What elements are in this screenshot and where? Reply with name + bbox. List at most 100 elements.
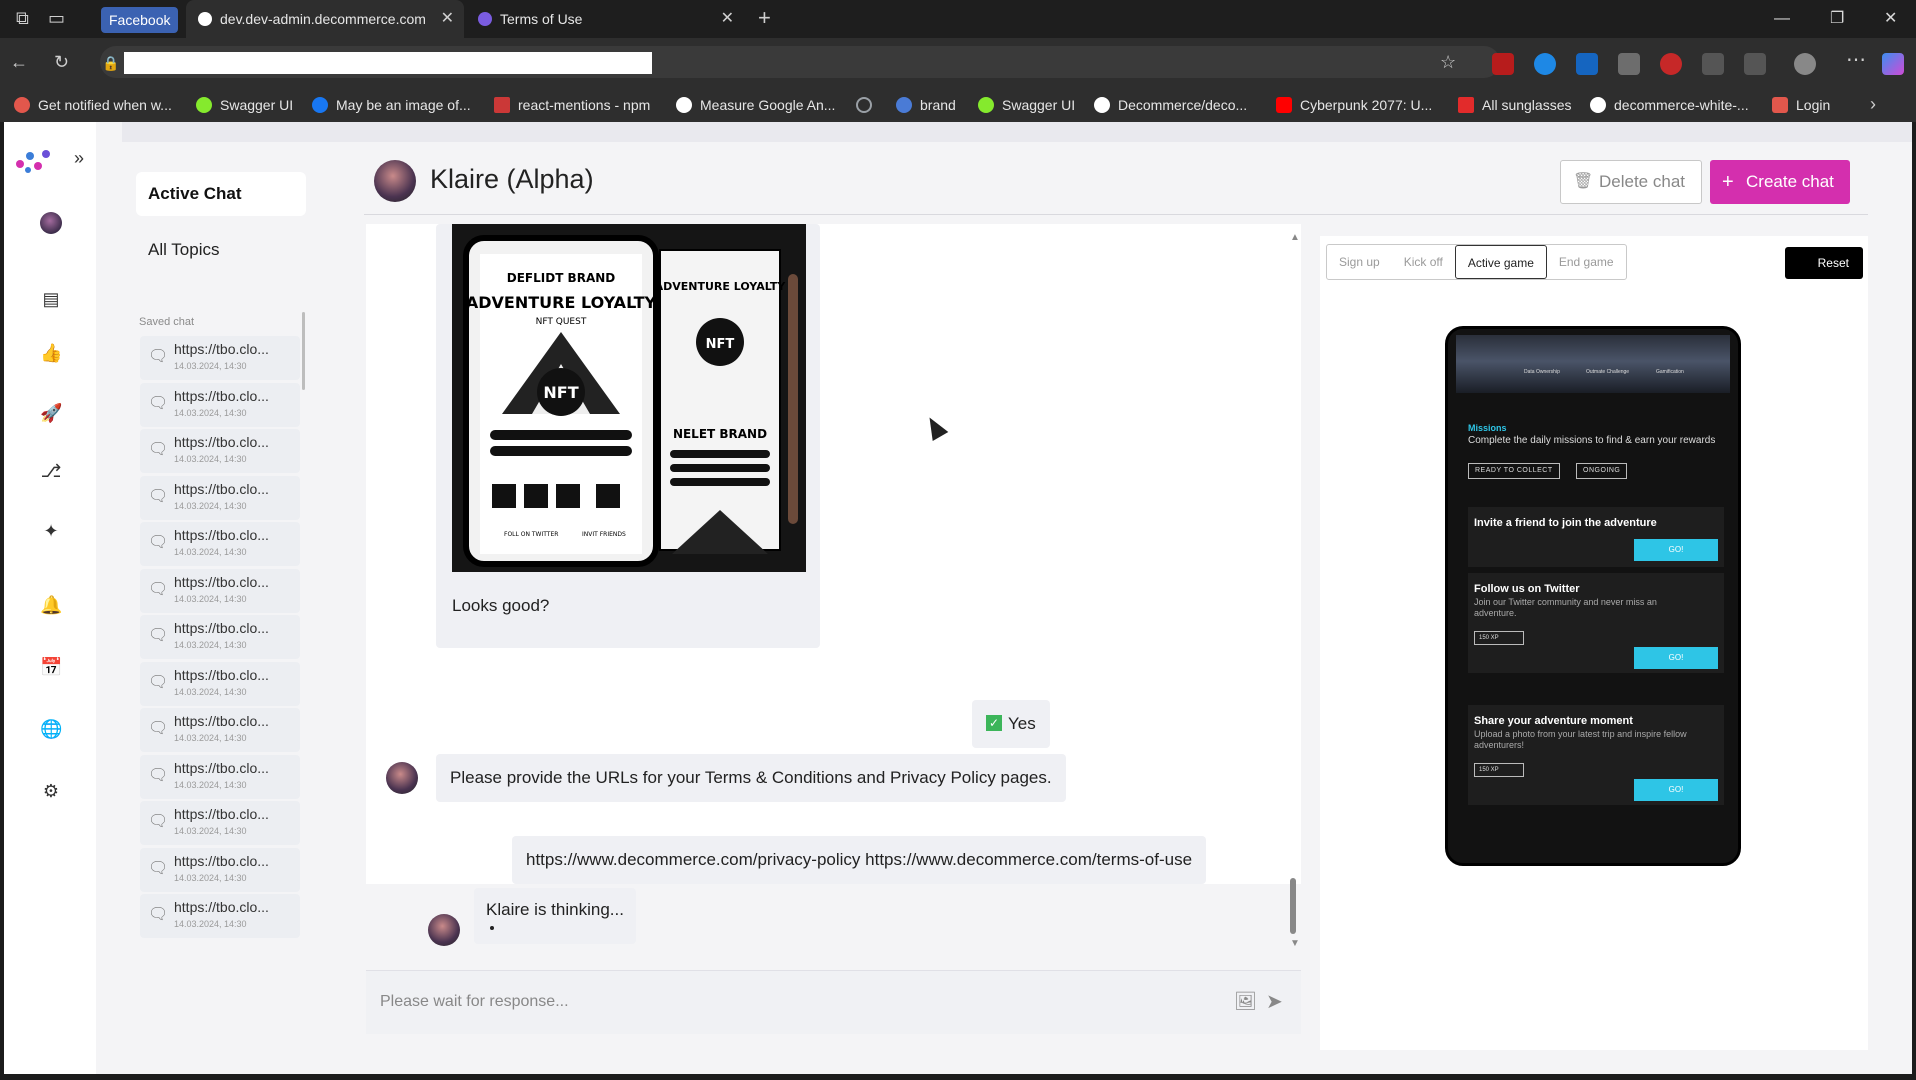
all-topics-tab[interactable]: All Topics: [148, 240, 220, 260]
globe-icon[interactable]: 🌐: [40, 718, 62, 740]
extensions-puzzle-icon[interactable]: [1702, 53, 1724, 75]
bookmark[interactable]: Decommerce/deco...: [1094, 88, 1247, 122]
filter-ongoing[interactable]: ONGOING: [1576, 463, 1628, 479]
favorite-star-icon[interactable]: ☆: [1440, 52, 1456, 72]
list-item[interactable]: 🗨 https://tbo.clo... 14.03.2024, 14:30: [140, 522, 300, 566]
create-chat-button[interactable]: + Create chat: [1710, 160, 1850, 204]
tab-kick-off[interactable]: Kick off: [1392, 245, 1455, 279]
tab-sign-up[interactable]: Sign up: [1327, 245, 1392, 279]
tab-admin[interactable]: dev.dev-admin.decommerce.com ✕: [186, 0, 464, 38]
youtube-icon: [1276, 96, 1292, 113]
expand-rail-icon[interactable]: »: [74, 148, 84, 169]
list-item[interactable]: 🗨 https://tbo.clo... 14.03.2024, 14:30: [140, 847, 300, 892]
reset-button[interactable]: Reset: [1785, 247, 1863, 279]
bookmarks-overflow-icon[interactable]: ›: [1870, 94, 1876, 114]
list-item[interactable]: 🗨 https://tbo.clo... 14.03.2024, 14:30: [140, 429, 300, 473]
list-item[interactable]: 🗨 https://tbo.clo... 14.03.2024, 14:30: [140, 336, 300, 380]
scroll-up-icon[interactable]: ▲: [1290, 232, 1300, 243]
hierarchy-icon[interactable]: ⎇: [40, 460, 62, 482]
list-item[interactable]: 🗨 https://tbo.clo... 14.03.2024, 14:30: [140, 801, 300, 845]
bookmark[interactable]: brand: [896, 88, 956, 122]
hero-label: Outmate Challenge: [1586, 369, 1630, 375]
extension-icon[interactable]: [1660, 53, 1682, 75]
thumbs-up-icon[interactable]: 👍: [40, 342, 62, 364]
calendar-icon[interactable]: 📅: [40, 656, 62, 678]
bookmark[interactable]: Get notified when w...: [14, 88, 172, 122]
copilot-icon[interactable]: [1882, 53, 1904, 75]
saved-chat-date: 14.03.2024, 14:30: [174, 686, 247, 697]
favorites-icon[interactable]: [1744, 53, 1766, 75]
message-input[interactable]: Please wait for response...: [380, 993, 569, 1011]
bookmark[interactable]: Measure Google An...: [676, 88, 835, 122]
filter-ready-to-collect[interactable]: READY TO COLLECT: [1468, 463, 1560, 479]
minimize-icon[interactable]: —: [1774, 0, 1790, 38]
extension-icon[interactable]: [1618, 53, 1640, 75]
list-item[interactable]: 🗨 https://tbo.clo... 14.03.2024, 14:30: [140, 382, 300, 427]
go-button[interactable]: GO!: [1634, 647, 1718, 669]
scroll-down-icon[interactable]: ▼: [1290, 938, 1300, 949]
tab-terms[interactable]: Terms of Use ✕: [466, 0, 744, 38]
tab-actions-icon[interactable]: ▭: [48, 8, 65, 28]
extension-icon[interactable]: [1534, 53, 1556, 75]
user-settings-icon[interactable]: ⚙: [40, 780, 62, 802]
active-chat-tab[interactable]: Active Chat: [136, 172, 306, 216]
list-item[interactable]: 🗨 https://tbo.clo... 14.03.2024, 14:30: [140, 568, 300, 613]
bookmark[interactable]: Swagger UI: [196, 88, 293, 122]
bookmark[interactable]: [856, 88, 880, 122]
extension-icon[interactable]: [1492, 53, 1514, 75]
list-item[interactable]: 🗨 https://tbo.clo... 14.03.2024, 14:30: [140, 754, 300, 799]
bookmark[interactable]: All sunglasses: [1458, 88, 1572, 122]
list-item[interactable]: 🗨 https://tbo.clo... 14.03.2024, 14:30: [140, 661, 300, 706]
tab-end-game[interactable]: End game: [1547, 245, 1626, 279]
message-composer[interactable]: Please wait for response... 🖼 ➤: [366, 970, 1301, 1034]
tab-active-game[interactable]: Active game: [1454, 245, 1547, 279]
lock-icon[interactable]: 🔒: [102, 53, 119, 73]
bookmark[interactable]: May be an image of...: [312, 88, 471, 122]
extension-icon[interactable]: [1576, 53, 1598, 75]
bookmark-label: Cyberpunk 2077: U...: [1300, 97, 1433, 113]
back-icon[interactable]: ←: [10, 52, 28, 72]
chat-bubble-icon: 🗨: [148, 766, 169, 784]
bell-icon[interactable]: 🔔: [40, 594, 62, 616]
new-tab-icon[interactable]: +: [758, 7, 771, 29]
restore-icon[interactable]: ❐: [1830, 0, 1844, 38]
list-item[interactable]: 🗨 https://tbo.clo... 14.03.2024, 14:30: [140, 615, 300, 659]
reload-icon[interactable]: ↻: [54, 52, 69, 72]
go-button[interactable]: GO!: [1634, 779, 1718, 801]
terms-favicon-icon: [478, 12, 492, 26]
user-message-text: Yes: [1008, 714, 1036, 733]
bookmark[interactable]: Login: [1772, 88, 1830, 122]
delete-chat-button[interactable]: 🗑 Delete chat: [1560, 160, 1702, 204]
profile-avatar[interactable]: [1794, 53, 1816, 75]
list-item[interactable]: 🗨 https://tbo.clo... 14.03.2024, 14:30: [140, 475, 300, 520]
rocket-icon[interactable]: 🚀: [40, 402, 62, 424]
close-tab-icon[interactable]: ✕: [721, 0, 734, 38]
bookmark[interactable]: Cyberpunk 2077: U...: [1276, 88, 1432, 122]
saved-chat-date: 14.03.2024, 14:30: [174, 500, 247, 511]
close-tab-icon[interactable]: ✕: [441, 0, 454, 38]
list-item[interactable]: 🗨 https://tbo.clo... 14.03.2024, 14:30: [140, 894, 300, 938]
avatar[interactable]: [40, 212, 62, 234]
workspaces-icon[interactable]: ⧉: [16, 8, 29, 28]
sidebar-scrollbar[interactable]: [302, 312, 305, 390]
go-button[interactable]: GO!: [1634, 539, 1718, 561]
decommerce-logo-icon[interactable]: [12, 142, 56, 178]
send-icon[interactable]: ➤: [1266, 989, 1283, 1014]
stage-tabs: Sign up Kick off Active game End game: [1326, 244, 1627, 280]
list-item[interactable]: 🗨 https://tbo.clo... 14.03.2024, 14:30: [140, 708, 300, 752]
icon-rail: » ▤ 👍 🚀 ⎇ ✦ 🔔 📅 🌐 ⚙: [4, 122, 96, 1074]
bookmark[interactable]: react-mentions - npm: [494, 88, 650, 122]
tab-group-facebook[interactable]: Facebook: [101, 7, 179, 33]
saved-chat-url: https://tbo.clo...: [174, 527, 269, 543]
more-menu-icon[interactable]: ⋯: [1846, 50, 1866, 70]
bookmark[interactable]: Swagger UI: [978, 88, 1075, 122]
dashboard-icon[interactable]: ▤: [40, 288, 62, 310]
nft-preview-image[interactable]: DEFLIDT BRAND ADVENTURE LOYALTY NFT QUES…: [452, 224, 806, 572]
mission-title: Follow us on Twitter: [1474, 583, 1580, 595]
image-upload-icon[interactable]: 🖼: [1234, 991, 1257, 1012]
magic-wand-icon[interactable]: ✦: [40, 520, 62, 542]
chat-scrollbar-thumb[interactable]: [1290, 878, 1296, 934]
rayban-icon: [1458, 96, 1474, 113]
bookmark[interactable]: decommerce-white-...: [1590, 88, 1749, 122]
close-window-icon[interactable]: ✕: [1884, 0, 1897, 38]
